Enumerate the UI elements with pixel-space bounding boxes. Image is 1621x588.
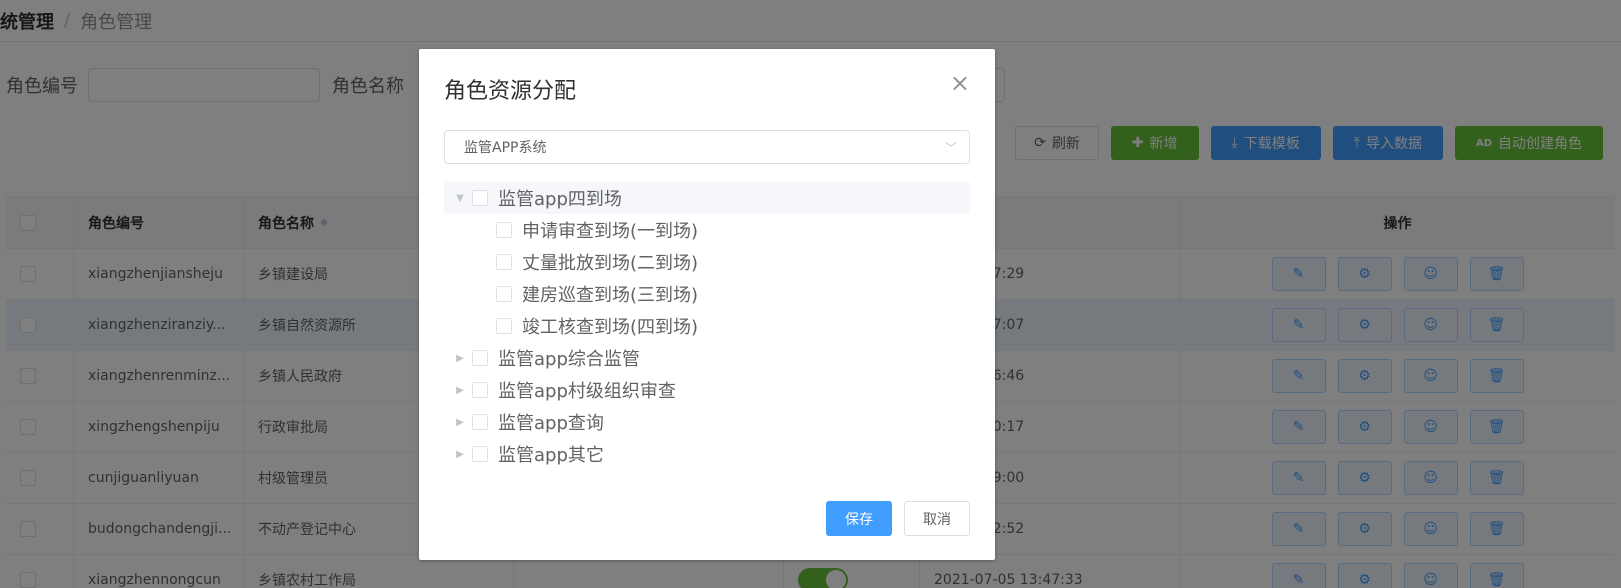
tree-node[interactable]: ▶ 监管app村级组织审查 bbox=[444, 374, 970, 406]
role-resource-dialog: 角色资源分配 × 监管APP系统 ﹀ ▼ 监管app四到场 申请审查到场(一到场… bbox=[419, 49, 995, 560]
tree-checkbox[interactable] bbox=[472, 414, 488, 430]
tree-node[interactable]: ▶ 监管app综合监管 bbox=[444, 342, 970, 374]
tree-child-node[interactable]: 建房巡查到场(三到场) bbox=[444, 278, 970, 310]
tree-checkbox[interactable] bbox=[472, 446, 488, 462]
system-select[interactable]: 监管APP系统 ﹀ bbox=[444, 130, 970, 164]
tree-checkbox[interactable] bbox=[472, 190, 488, 206]
tree-node[interactable]: ▼ 监管app四到场 bbox=[444, 182, 970, 214]
tree-child-node[interactable]: 丈量批放到场(二到场) bbox=[444, 246, 970, 278]
tree-node-label: 建房巡查到场(三到场) bbox=[522, 285, 699, 306]
tree-node-label: 竣工核查到场(四到场) bbox=[522, 317, 699, 338]
system-select-value: 监管APP系统 bbox=[464, 140, 547, 156]
tree-checkbox[interactable] bbox=[496, 286, 512, 302]
tree-checkbox[interactable] bbox=[472, 350, 488, 366]
close-icon[interactable]: × bbox=[950, 71, 970, 95]
tree-node-label: 申请审查到场(一到场) bbox=[522, 221, 699, 242]
dialog-title: 角色资源分配 bbox=[444, 79, 577, 104]
resource-tree: ▼ 监管app四到场 申请审查到场(一到场) 丈量批放到场(二到场) 建房巡查到… bbox=[444, 182, 970, 470]
tree-checkbox[interactable] bbox=[496, 254, 512, 270]
tree-node-label: 监管app村级组织审查 bbox=[498, 381, 676, 402]
cancel-button[interactable]: 取消 bbox=[904, 501, 970, 536]
dialog-footer: 保存 取消 bbox=[826, 501, 970, 536]
chevron-down-icon: ﹀ bbox=[944, 140, 957, 155]
caret-right-icon[interactable]: ▶ bbox=[448, 417, 472, 428]
tree-child-node[interactable]: 申请审查到场(一到场) bbox=[444, 214, 970, 246]
tree-node-label: 监管app其它 bbox=[498, 445, 604, 466]
tree-checkbox[interactable] bbox=[472, 382, 488, 398]
tree-checkbox[interactable] bbox=[496, 222, 512, 238]
caret-right-icon[interactable]: ▶ bbox=[448, 449, 472, 460]
tree-node[interactable]: ▶ 监管app查询 bbox=[444, 406, 970, 438]
tree-checkbox[interactable] bbox=[496, 318, 512, 334]
tree-child-node[interactable]: 竣工核查到场(四到场) bbox=[444, 310, 970, 342]
caret-down-icon[interactable]: ▼ bbox=[448, 193, 472, 204]
tree-node-label: 监管app综合监管 bbox=[498, 349, 640, 370]
tree-node-label: 监管app查询 bbox=[498, 413, 604, 434]
save-button[interactable]: 保存 bbox=[826, 501, 892, 536]
caret-right-icon[interactable]: ▶ bbox=[448, 353, 472, 364]
tree-node-label: 丈量批放到场(二到场) bbox=[522, 253, 699, 274]
tree-node[interactable]: ▶ 监管app其它 bbox=[444, 438, 970, 470]
caret-right-icon[interactable]: ▶ bbox=[448, 385, 472, 396]
tree-node-label: 监管app四到场 bbox=[498, 189, 622, 210]
